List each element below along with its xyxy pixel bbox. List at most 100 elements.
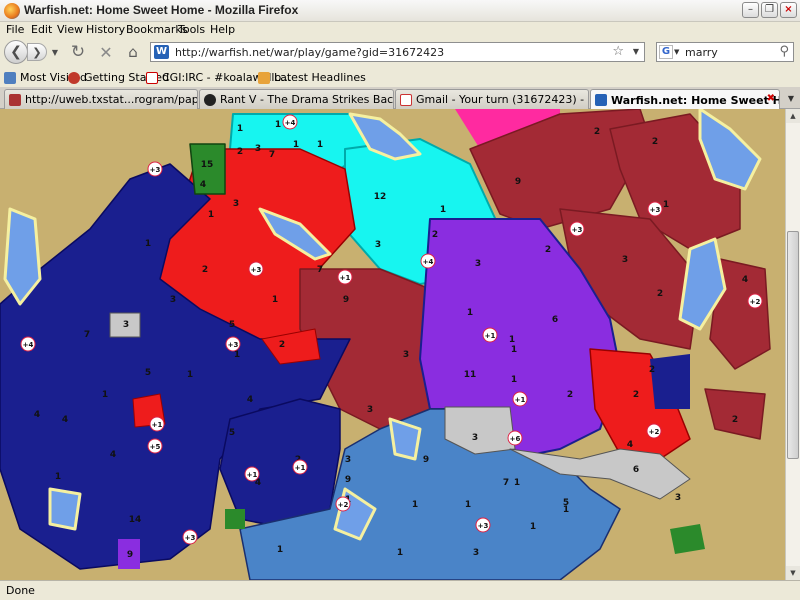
army-count: 1 xyxy=(397,548,403,558)
tab-rant[interactable]: Rant V - The Drama Strikes Back - Page..… xyxy=(199,89,394,109)
bonus-badge: +3 xyxy=(182,529,198,545)
army-count: 1 xyxy=(208,210,214,220)
minimize-button[interactable]: – xyxy=(742,2,759,18)
army-count: 6 xyxy=(633,465,639,475)
army-count: 1 xyxy=(467,308,473,318)
svg-text:+2: +2 xyxy=(750,298,761,306)
url-dropdown-icon[interactable]: ▼ xyxy=(633,47,639,56)
tab-strip: http://uweb.txstat...rogram/papers.htm R… xyxy=(0,87,800,110)
army-count: 4 xyxy=(200,180,206,190)
army-count: 2 xyxy=(633,390,639,400)
army-count: 1 xyxy=(277,545,283,555)
region-green-se xyxy=(670,524,705,554)
scroll-thumb[interactable] xyxy=(787,231,799,459)
army-count: 1 xyxy=(55,472,61,482)
bonus-badge: +1 xyxy=(244,466,260,482)
bonus-badge: +5 xyxy=(147,438,163,454)
bookmark-latest-headlines[interactable]: Latest Headlines xyxy=(258,70,366,85)
tab-papers[interactable]: http://uweb.txstat...rogram/papers.htm xyxy=(4,89,198,109)
url-text: http://warfish.net/war/play/game?gid=316… xyxy=(175,46,445,59)
star-page-icon xyxy=(9,93,21,106)
army-count: 1 xyxy=(272,295,278,305)
army-count: 1 xyxy=(514,478,520,488)
firefox-icon xyxy=(68,71,80,84)
gear-icon xyxy=(4,71,16,84)
army-count: 1 xyxy=(102,390,108,400)
svg-text:+3: +3 xyxy=(650,206,661,214)
menu-history[interactable]: History xyxy=(86,23,125,36)
army-count: 15 xyxy=(201,160,214,170)
svg-text:+1: +1 xyxy=(340,274,351,282)
bonus-badge: +3 xyxy=(225,336,241,352)
forum-icon xyxy=(204,93,216,106)
bonus-badge: +1 xyxy=(149,416,165,432)
svg-text:+1: +1 xyxy=(295,464,306,472)
army-count: 9 xyxy=(343,295,349,305)
svg-text:+2: +2 xyxy=(649,428,660,436)
close-tab-icon[interactable]: ✖ xyxy=(767,93,775,104)
forward-button[interactable]: ❯ xyxy=(27,43,47,61)
tab-list-dropdown-icon[interactable]: ▼ xyxy=(784,91,798,107)
engine-dropdown-icon[interactable]: ▼ xyxy=(674,48,679,56)
menu-edit[interactable]: Edit xyxy=(31,23,52,36)
bookmark-star-icon[interactable]: ☆ xyxy=(612,44,624,59)
tab-warfish[interactable]: Warfish.net: Home Sweet Home ✖ xyxy=(590,89,780,110)
army-count: 1 xyxy=(187,370,193,380)
home-icon[interactable]: ⌂ xyxy=(123,42,143,62)
army-count: 3 xyxy=(123,320,129,330)
army-count: 9 xyxy=(515,177,521,187)
navigation-toolbar: ❮ ❯ ▼ ↻ ✕ ⌂ W http://warfish.net/war/pla… xyxy=(0,38,800,66)
svg-text:+4: +4 xyxy=(23,341,34,349)
browser-window: Warfish.net: Home Sweet Home - Mozilla F… xyxy=(0,0,800,600)
close-button[interactable]: × xyxy=(780,2,797,18)
search-go-icon[interactable]: ⚲ xyxy=(779,44,789,59)
history-dropdown-icon[interactable]: ▼ xyxy=(50,46,60,58)
army-count: 2 xyxy=(594,127,600,137)
bonus-badge: +2 xyxy=(335,496,351,512)
rss-icon xyxy=(258,71,270,84)
army-count: 7 xyxy=(317,265,323,275)
search-input[interactable]: marry xyxy=(685,46,718,59)
menu-file[interactable]: File xyxy=(6,23,24,36)
scroll-up-icon[interactable]: ▲ xyxy=(786,109,800,123)
tab-gmail[interactable]: Gmail - Your turn (31672423) - philrigne… xyxy=(395,89,589,109)
army-count: 5 xyxy=(229,320,235,330)
army-count: 2 xyxy=(432,230,438,240)
url-bar[interactable]: W http://warfish.net/war/play/game?gid=3… xyxy=(150,42,645,62)
army-count: 3 xyxy=(622,255,628,265)
menu-help[interactable]: Help xyxy=(210,23,235,36)
tab-label: Rant V - The Drama Strikes Back - Page..… xyxy=(220,93,394,106)
svg-text:+3: +3 xyxy=(572,226,583,234)
army-count: 9 xyxy=(127,550,133,560)
svg-text:+5: +5 xyxy=(150,443,161,451)
menu-view[interactable]: View xyxy=(57,23,83,36)
army-count: 1 xyxy=(511,375,517,385)
status-text: Done xyxy=(6,584,35,597)
bonus-badge: +3 xyxy=(475,517,491,533)
stop-icon[interactable]: ✕ xyxy=(96,42,116,62)
army-count: 1 xyxy=(145,239,151,249)
maximize-button[interactable]: ❐ xyxy=(761,2,778,18)
gmail-icon xyxy=(400,93,412,106)
army-count: 1 xyxy=(440,205,446,215)
tab-label: Gmail - Your turn (31672423) - philrigne… xyxy=(416,93,588,106)
search-engine-icon[interactable]: G xyxy=(659,45,673,59)
search-box[interactable]: G ▼ marry ⚲ xyxy=(656,42,794,62)
back-button[interactable]: ❮ xyxy=(4,40,28,64)
region-maroon-se-edge xyxy=(704,388,766,440)
reload-icon[interactable]: ↻ xyxy=(68,42,88,62)
army-count: 3 xyxy=(255,144,261,154)
svg-text:+2: +2 xyxy=(338,501,349,509)
army-count: 3 xyxy=(675,493,681,503)
risk-map-svg[interactable]: 1 1 2 15 4 3 1 7 1 9 2 2 12 2 1 3 3 1 3 … xyxy=(0,109,785,580)
game-map[interactable]: 1 1 2 15 4 3 1 7 1 9 2 2 12 2 1 3 3 1 3 … xyxy=(0,109,785,580)
army-count: 14 xyxy=(129,515,142,525)
army-count: 1 xyxy=(530,522,536,532)
menu-tools[interactable]: Tools xyxy=(178,23,205,36)
army-count: 7 xyxy=(84,330,90,340)
status-bar: Done xyxy=(0,580,800,600)
vertical-scrollbar[interactable]: ▲ ▼ xyxy=(785,109,800,580)
army-count: 11 xyxy=(464,370,477,380)
bookmarks-toolbar: Most Visited Getting Started CGI:IRC - #… xyxy=(0,67,800,87)
scroll-down-icon[interactable]: ▼ xyxy=(786,566,800,580)
